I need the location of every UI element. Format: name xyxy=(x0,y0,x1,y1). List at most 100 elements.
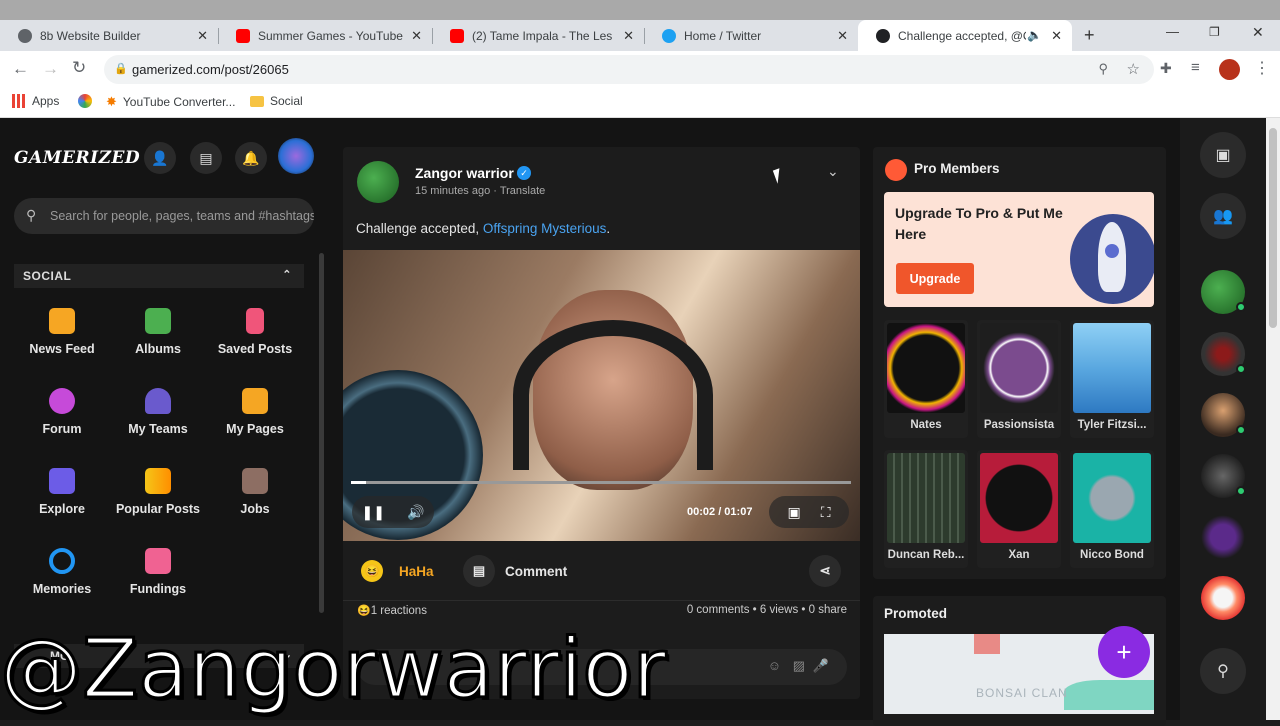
nav-forum[interactable]: Forum xyxy=(14,388,110,448)
search-input[interactable]: ⚲ Search for people, pages, teams and #h… xyxy=(14,198,314,234)
pro-member-card[interactable]: Xan xyxy=(977,450,1061,568)
pro-member-card[interactable]: Nates xyxy=(884,320,968,438)
pro-member-card[interactable]: Passionsista xyxy=(977,320,1061,438)
tab-twitter[interactable]: Home / Twitter ✕ xyxy=(644,20,858,51)
share-icon[interactable]: ⋖ xyxy=(809,555,841,587)
google-photos-icon xyxy=(78,94,92,108)
messages-icon[interactable]: ▤ xyxy=(190,142,222,174)
forward-icon[interactable]: → xyxy=(42,59,59,79)
bookmark-youtube-converter[interactable]: ✸ YouTube Converter... xyxy=(106,94,235,110)
tab-8b-website-builder[interactable]: 8b Website Builder ✕ xyxy=(0,20,218,51)
nav-news-feed[interactable]: News Feed xyxy=(14,308,110,368)
video-progress-bar[interactable] xyxy=(351,481,851,484)
scrollbar-thumb[interactable] xyxy=(1269,128,1277,328)
bookmark-apps[interactable]: Apps xyxy=(12,94,59,108)
microphone-icon[interactable]: 🎤 xyxy=(813,658,829,674)
tab-challenge-accepted[interactable]: Challenge accepted, @Off 🔈 ✕ xyxy=(858,20,1072,51)
nav-albums[interactable]: Albums xyxy=(110,308,206,368)
emoji-icon[interactable]: ☺ xyxy=(768,658,781,673)
rocket-illustration xyxy=(1070,214,1154,304)
image-upload-icon[interactable]: ▨ xyxy=(793,658,805,674)
back-icon[interactable]: ← xyxy=(12,59,29,79)
contact-avatar[interactable] xyxy=(1201,332,1246,376)
contact-avatar[interactable] xyxy=(1201,393,1246,437)
media-queue-icon[interactable]: ≡ xyxy=(1191,59,1200,76)
chat-icon[interactable]: ▣ xyxy=(1200,132,1246,178)
translate-link[interactable]: Translate xyxy=(500,185,545,197)
create-post-fab[interactable]: + xyxy=(1098,626,1150,678)
contact-avatar[interactable] xyxy=(1201,576,1245,620)
page-scrollbar[interactable] xyxy=(1266,118,1280,720)
close-tab-icon[interactable]: ✕ xyxy=(1051,28,1062,44)
online-status-icon xyxy=(1236,425,1246,435)
nav-saved-posts[interactable]: Saved Posts xyxy=(207,308,303,368)
bookmark-google-photos[interactable] xyxy=(78,94,92,108)
post-options-chevron-icon[interactable]: ⌄ xyxy=(827,163,839,180)
notifications-icon[interactable]: 🔔 xyxy=(235,142,267,174)
pro-member-card[interactable]: Nicco Bond xyxy=(1070,450,1154,568)
bookmarks-bar: Apps ✸ YouTube Converter... Social xyxy=(0,88,1280,118)
post-author[interactable]: Zangor warrior xyxy=(415,165,514,181)
nav-my-pages[interactable]: My Pages xyxy=(207,388,303,448)
close-tab-icon[interactable]: ✕ xyxy=(411,28,422,44)
tab-tame-impala[interactable]: (2) Tame Impala - The Less I K ✕ xyxy=(432,20,644,51)
reactions-count[interactable]: 😆1 reactions xyxy=(357,605,427,617)
extensions-icon[interactable]: ✚ xyxy=(1160,60,1172,77)
reaction-button[interactable]: 😆 HaHa xyxy=(361,555,434,587)
profile-avatar[interactable] xyxy=(1219,59,1240,80)
user-avatar[interactable] xyxy=(278,138,314,174)
gamerized-logo[interactable]: GAMERIZED xyxy=(14,148,140,168)
close-tab-icon[interactable]: ✕ xyxy=(837,28,848,44)
contact-avatar[interactable] xyxy=(1201,515,1245,559)
minimize-icon[interactable]: — xyxy=(1166,24,1179,39)
sidebar-scrollbar[interactable] xyxy=(319,253,324,613)
upgrade-button[interactable]: Upgrade xyxy=(896,263,974,294)
fullscreen-icon[interactable]: ⛶ xyxy=(821,504,831,521)
url-input[interactable]: 🔒 gamerized.com/post/26065 ⚲ ☆ xyxy=(104,55,1154,84)
contact-avatar[interactable] xyxy=(1201,454,1246,498)
pro-member-card[interactable]: Duncan Reb... xyxy=(884,450,968,568)
video-player[interactable]: ❚❚ 🔊 00:02 / 01:07 ▣ ⛶ xyxy=(343,250,860,541)
comment-icon: ▤ xyxy=(463,555,495,587)
volume-icon[interactable]: 🔊 xyxy=(407,504,424,521)
pro-member-card[interactable]: Tyler Fitzsi... xyxy=(1070,320,1154,438)
reload-icon[interactable]: ↻ xyxy=(72,58,86,78)
close-tab-icon[interactable]: ✕ xyxy=(197,28,208,44)
pause-icon[interactable]: ❚❚ xyxy=(362,504,385,521)
star-icon[interactable]: ☆ xyxy=(1127,60,1140,78)
add-contact-icon[interactable]: 👥 xyxy=(1200,193,1246,239)
explore-icon xyxy=(49,468,75,494)
nav-jobs[interactable]: Jobs xyxy=(207,468,303,528)
chevron-up-icon: ⌃ xyxy=(282,269,292,281)
new-tab-icon[interactable]: + xyxy=(1084,25,1095,46)
comment-button[interactable]: ▤ Comment xyxy=(463,555,567,587)
video-view-controls: ▣ ⛶ xyxy=(769,496,849,528)
picture-in-picture-icon[interactable]: ▣ xyxy=(787,504,800,521)
post-counters[interactable]: 0 comments • 6 views • 0 share xyxy=(687,604,847,616)
close-tab-icon[interactable]: ✕ xyxy=(623,28,634,44)
window-close-icon[interactable]: ✕ xyxy=(1252,24,1264,41)
teams-icon xyxy=(145,388,171,414)
nav-fundings[interactable]: Fundings xyxy=(110,548,206,608)
speaker-icon[interactable]: 🔈 xyxy=(1027,28,1042,42)
tab-summer-games[interactable]: Summer Games - YouTube ✕ xyxy=(218,20,432,51)
chart-icon xyxy=(145,468,171,494)
restore-icon[interactable]: ❐ xyxy=(1209,25,1220,39)
menu-kebab-icon[interactable]: ⋮ xyxy=(1254,58,1270,78)
member-avatar xyxy=(980,453,1058,543)
contact-avatar[interactable] xyxy=(1201,270,1246,314)
video-time: 00:02 / 01:07 xyxy=(687,506,753,518)
author-avatar[interactable] xyxy=(357,161,399,203)
social-section-header[interactable]: SOCIAL ⌃ xyxy=(14,264,304,288)
add-friend-icon[interactable]: 👤 xyxy=(144,142,176,174)
upgrade-text: Upgrade To Pro & Put Me Here xyxy=(895,205,1063,242)
nav-my-teams[interactable]: My Teams xyxy=(110,388,206,448)
nav-popular-posts[interactable]: Popular Posts xyxy=(110,468,206,528)
location-icon[interactable]: ⚲ xyxy=(1098,61,1108,77)
find-contact-icon[interactable]: ⚲ xyxy=(1200,648,1246,694)
bookmark-folder-social[interactable]: Social xyxy=(250,94,303,108)
online-status-icon xyxy=(1236,302,1246,312)
mention-link[interactable]: Offspring Mysterious xyxy=(483,221,607,236)
nav-explore[interactable]: Explore xyxy=(14,468,110,528)
nav-memories[interactable]: Memories xyxy=(14,548,110,608)
